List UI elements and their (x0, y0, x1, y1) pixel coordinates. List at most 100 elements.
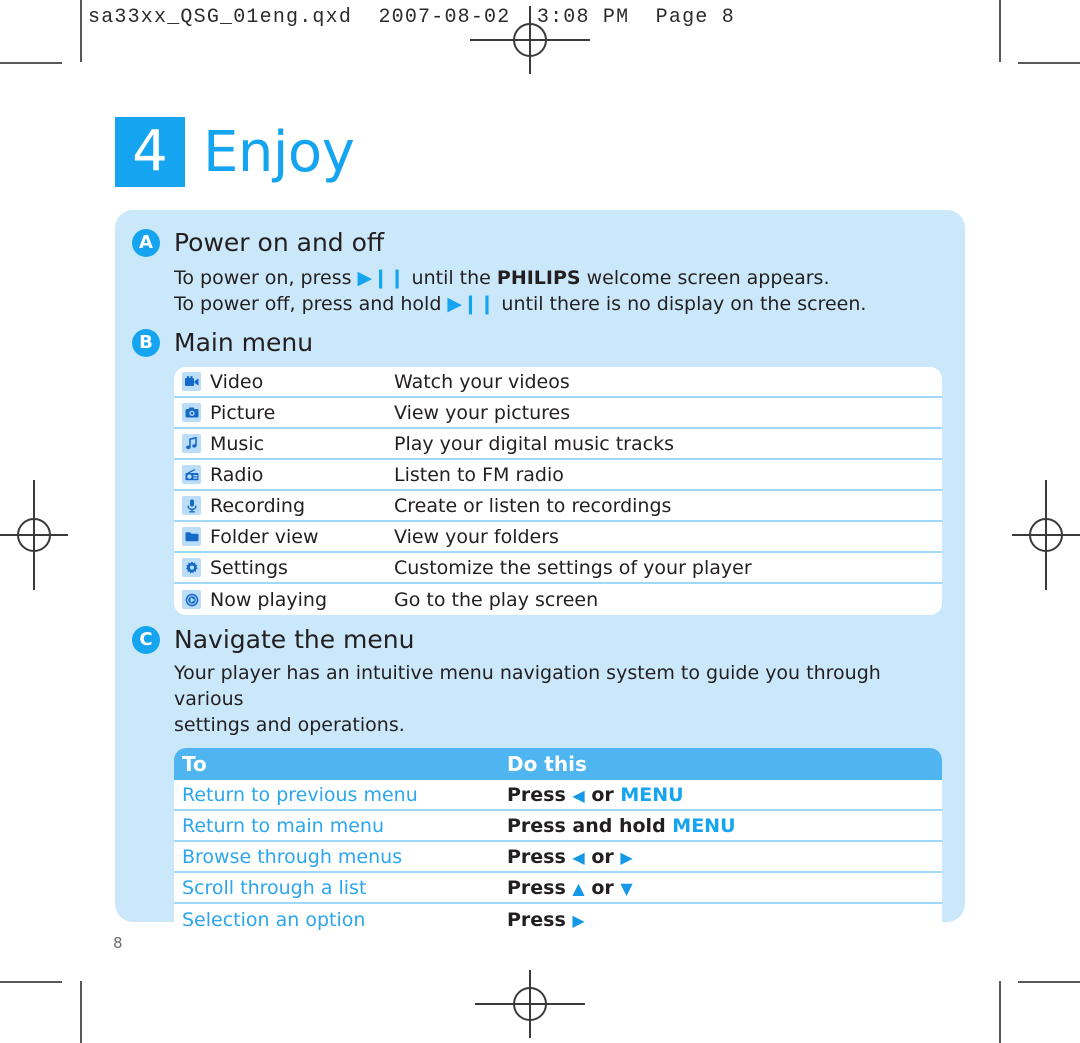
menu-item-description: View your folders (394, 525, 559, 548)
nav-action-label: Selection an option (182, 908, 366, 931)
table-row: Scroll through a list Press ▲ or ▼ (174, 873, 942, 904)
section-badge-c: C (132, 625, 160, 654)
crop-line-top-left-vertical (80, 0, 82, 62)
menu-item-description: Go to the play screen (394, 588, 599, 611)
arrow-up-icon: ▲ (572, 878, 585, 898)
power-on-text-pre: To power on, press (174, 267, 358, 289)
nav-action-instruction: Press ▶ (507, 909, 934, 931)
menu-item-label: Music (210, 432, 265, 455)
crop-line-bottom-right-horizontal (1018, 981, 1080, 983)
section-c-intro: Your player has an intuitive menu naviga… (174, 660, 948, 738)
power-on-text-mid: until the (405, 267, 497, 289)
section-b-title: Main menu (174, 328, 314, 357)
section-c-title: Navigate the menu (174, 625, 415, 654)
section-a-heading: A Power on and off (132, 228, 948, 257)
folder-icon (182, 527, 201, 546)
menu-item-video: Video (182, 371, 394, 393)
menu-item-music: Music (182, 433, 394, 455)
menu-item-now-playing: Now playing (182, 589, 394, 611)
menu-item-description: Create or listen to recordings (394, 494, 672, 517)
nav-action-instruction: Press and hold MENU (507, 815, 934, 837)
press-text: Press (507, 876, 573, 899)
play-circle-icon (182, 590, 201, 609)
arrow-down-icon: ▼ (620, 878, 633, 898)
table-row: Video Watch your videos (174, 367, 942, 398)
or-text: or (584, 845, 621, 868)
menu-item-description: Watch your videos (394, 370, 570, 393)
table-row: Folder view View your folders (174, 522, 942, 553)
chapter-title: Enjoy (203, 119, 355, 185)
print-slug-line: sa33xx_QSG_01eng.qxd 2007-08-02 3:08 PM … (88, 6, 735, 29)
menu-item-label: Now playing (210, 588, 328, 611)
document-page: sa33xx_QSG_01eng.qxd 2007-08-02 3:08 PM … (0, 0, 1080, 1043)
press-text: Press (507, 845, 573, 868)
column-header-do-this: Do this (507, 752, 587, 776)
section-badge-b: B (132, 328, 160, 357)
or-text: or (584, 783, 621, 806)
table-row: Return to previous menu Press ◀ or MENU (174, 780, 942, 811)
crop-line-bottom-left-vertical (80, 981, 82, 1043)
menu-item-recording: Recording (182, 495, 394, 517)
registration-mark-bottom (475, 970, 585, 1038)
navigation-table-header: To Do this (174, 748, 942, 780)
philips-brand-text: PHILIPS (496, 267, 581, 289)
navigation-table: To Do this Return to previous menu Press… (174, 748, 942, 935)
nav-action-label: Return to previous menu (182, 783, 418, 806)
main-menu-table: Video Watch your videos Picture View you… (174, 367, 942, 615)
table-row: Selection an option Press ▶ (174, 904, 942, 935)
menu-item-label: Recording (210, 494, 306, 517)
menu-key-label: MENU (672, 814, 736, 837)
arrow-left-icon: ◀ (572, 847, 585, 867)
menu-item-description: View your pictures (394, 401, 571, 424)
crop-line-top-right-horizontal (1018, 62, 1080, 64)
menu-item-picture: Picture (182, 402, 394, 424)
section-power-on-off: A Power on and off To power on, press ▶❙… (132, 228, 948, 317)
nav-action-label: Return to main menu (182, 814, 384, 837)
crop-line-bottom-right-vertical (999, 981, 1001, 1043)
power-off-instruction: To power off, press and hold ▶❙❙ until t… (174, 291, 948, 317)
intro-line-2: settings and operations. (174, 714, 405, 736)
registration-mark-right (1012, 480, 1080, 590)
content-panel: A Power on and off To power on, press ▶❙… (115, 210, 965, 935)
table-row: Return to main menu Press and hold MENU (174, 811, 942, 842)
press-text: Press (507, 783, 573, 806)
nav-action-instruction: Press ◀ or ▶ (507, 846, 934, 868)
gear-icon (182, 558, 201, 577)
chapter-number: 4 (115, 117, 185, 187)
play-pause-icon: ▶❙❙ (447, 293, 496, 315)
table-row: Picture View your pictures (174, 398, 942, 429)
menu-item-description: Play your digital music tracks (394, 432, 674, 455)
menu-item-radio: Radio (182, 464, 394, 486)
arrow-left-icon: ◀ (572, 785, 585, 805)
section-a-body: To power on, press ▶❙❙ until the PHILIPS… (174, 265, 948, 317)
table-row: Now playing Go to the play screen (174, 584, 942, 615)
press-text: Press (507, 908, 573, 931)
page-title: 4 Enjoy (115, 117, 355, 187)
microphone-icon (182, 496, 201, 515)
play-pause-icon: ▶❙❙ (357, 267, 406, 289)
page-number: 8 (113, 934, 123, 952)
power-on-instruction: To power on, press ▶❙❙ until the PHILIPS… (174, 265, 948, 291)
registration-mark-left (0, 480, 68, 590)
section-badge-a: A (132, 228, 160, 257)
table-row: Settings Customize the settings of your … (174, 553, 942, 584)
section-c-heading: C Navigate the menu (132, 625, 948, 654)
table-row: Recording Create or listen to recordings (174, 491, 942, 522)
table-row: Radio Listen to FM radio (174, 460, 942, 491)
table-row: Music Play your digital music tracks (174, 429, 942, 460)
section-main-menu: B Main menu Video Watch your videos Pict… (132, 328, 948, 615)
table-row: Browse through menus Press ◀ or ▶ (174, 842, 942, 873)
nav-action-instruction: Press ◀ or MENU (507, 784, 934, 806)
power-on-text-post: welcome screen appears. (580, 267, 830, 289)
section-a-title: Power on and off (174, 228, 385, 257)
power-off-text-post: until there is no display on the screen. (495, 293, 867, 315)
menu-key-label: MENU (620, 783, 684, 806)
radio-icon (182, 465, 201, 484)
menu-item-label: Picture (210, 401, 276, 424)
menu-item-label: Video (210, 370, 264, 393)
menu-item-folder-view: Folder view (182, 526, 394, 548)
crop-line-bottom-left-horizontal (0, 981, 62, 983)
nav-action-label: Scroll through a list (182, 876, 367, 899)
crop-line-top-right-vertical (999, 0, 1001, 62)
arrow-right-icon: ▶ (620, 847, 633, 867)
